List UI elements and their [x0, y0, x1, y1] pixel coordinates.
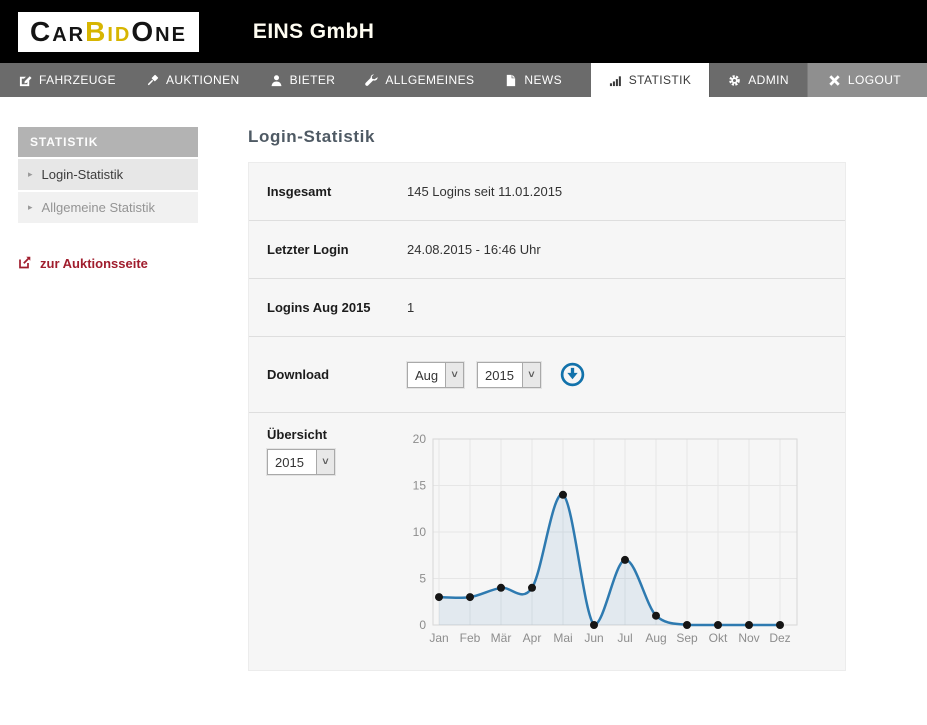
- gear-icon: [728, 74, 741, 87]
- svg-text:Nov: Nov: [738, 631, 759, 645]
- svg-text:Mär: Mär: [491, 631, 512, 645]
- nav-item-news[interactable]: NEWS: [489, 63, 577, 97]
- svg-text:Okt: Okt: [709, 631, 728, 645]
- svg-text:Jul: Jul: [617, 631, 632, 645]
- stat-label: Letzter Login: [267, 242, 349, 257]
- stat-row-logins-monat: Logins Aug 2015 1: [249, 279, 845, 337]
- sidebar-item-label: Login-Statistik: [41, 167, 124, 182]
- svg-text:Jun: Jun: [584, 631, 603, 645]
- nav-item-statistik[interactable]: STATISTIK: [590, 63, 710, 97]
- svg-text:Dez: Dez: [769, 631, 790, 645]
- overview-label: Übersicht: [267, 427, 327, 442]
- overview-controls: Übersicht 2015 ˅: [267, 427, 407, 658]
- stat-value: 145 Logins seit 11.01.2015: [407, 184, 563, 199]
- stat-value: 24.08.2015 - 16:46 Uhr: [407, 242, 541, 257]
- wrench-icon: [365, 73, 378, 87]
- svg-text:20: 20: [413, 432, 427, 446]
- stat-value: 1: [407, 300, 415, 315]
- sidebar-item-allgemeine-statistik[interactable]: ▸ Allgemeine Statistik: [18, 192, 198, 225]
- overview-year-select[interactable]: 2015 ˅: [267, 449, 335, 475]
- carbidone-logo[interactable]: Car Bid One: [18, 11, 199, 52]
- company-name: EINS GmbH: [252, 19, 375, 43]
- logo-text-car: Car: [30, 15, 86, 47]
- external-link-icon: [18, 255, 32, 272]
- nav-item-fahrzeuge[interactable]: FAHRZEUGE: [4, 63, 131, 97]
- auction-site-link[interactable]: zur Auktionsseite: [18, 255, 198, 272]
- nav-item-bieter[interactable]: BIETER: [255, 63, 351, 97]
- person-icon: [270, 74, 283, 87]
- svg-text:Sep: Sep: [676, 631, 698, 645]
- nav-label: ADMIN: [748, 73, 789, 87]
- chevron-down-icon: ˅: [522, 362, 540, 387]
- stat-label: Logins Aug 2015: [267, 300, 371, 315]
- svg-text:Mai: Mai: [553, 631, 572, 645]
- nav-label: FAHRZEUGE: [39, 73, 116, 87]
- nav-item-logout[interactable]: LOGOUT: [806, 63, 927, 97]
- sidebar-item-login-statistik[interactable]: ▸ Login-Statistik: [18, 159, 198, 192]
- main-panel: Login-Statistik Insgesamt 145 Logins sei…: [248, 127, 846, 671]
- page-title: Login-Statistik: [248, 127, 376, 146]
- statistics-card: Insgesamt 145 Logins seit 11.01.2015 Let…: [248, 162, 846, 671]
- nav-item-allgemeines[interactable]: ALLGEMEINES: [350, 63, 489, 97]
- login-chart: 0 5 10 15 20 Jan Feb Mär Apr Mai Jun Jul Aug Sep Okt No…: [407, 431, 853, 658]
- selected-month: Aug: [415, 367, 439, 383]
- svg-text:10: 10: [413, 525, 427, 539]
- main-nav: FAHRZEUGE AUKTIONEN BIETER ALLGEMEINES N…: [0, 63, 927, 97]
- download-label: Download: [267, 367, 330, 382]
- stat-row-insgesamt: Insgesamt 145 Logins seit 11.01.2015: [249, 163, 845, 221]
- sidebar-item-label: Allgemeine Statistik: [41, 200, 155, 215]
- stat-row-letzter-login: Letzter Login 24.08.2015 - 16:46 Uhr: [249, 221, 845, 279]
- content-area: STATISTIK ▸ Login-Statistik ▸ Allgemeine…: [0, 97, 927, 671]
- auction-site-link-label: zur Auktionsseite: [40, 256, 148, 271]
- logo-text-one: One: [131, 15, 187, 47]
- chevron-down-icon: ˅: [445, 362, 463, 387]
- svg-text:Feb: Feb: [460, 631, 481, 645]
- nav-item-auktionen[interactable]: AUKTIONEN: [131, 63, 255, 97]
- download-month-select[interactable]: Aug ˅: [407, 361, 464, 388]
- arrow-right-icon: ▸: [28, 169, 33, 179]
- sidebar-title: STATISTIK: [18, 127, 198, 157]
- stat-label: Insgesamt: [267, 184, 332, 199]
- nav-item-admin[interactable]: ADMIN: [709, 63, 807, 97]
- download-icon: [560, 362, 585, 387]
- svg-text:15: 15: [413, 479, 427, 493]
- gavel-icon: [146, 74, 159, 87]
- svg-text:Apr: Apr: [523, 631, 542, 645]
- svg-text:Jan: Jan: [429, 631, 448, 645]
- svg-text:0: 0: [419, 618, 426, 632]
- arrow-right-icon: ▸: [28, 202, 33, 212]
- nav-label: LOGOUT: [847, 73, 901, 87]
- selected-year: 2015: [275, 455, 304, 470]
- nav-label: AUKTIONEN: [165, 73, 240, 87]
- selected-year: 2015: [485, 367, 514, 383]
- sidebar: STATISTIK ▸ Login-Statistik ▸ Allgemeine…: [18, 127, 198, 671]
- svg-text:Aug: Aug: [645, 631, 666, 645]
- download-button[interactable]: [559, 361, 586, 388]
- bar-chart-icon: [609, 74, 622, 87]
- overview-row: Übersicht 2015 ˅ 0 5 10 15 20 Jan Feb Mär Apr Mai…: [249, 413, 845, 670]
- nav-label: ALLGEMEINES: [385, 73, 475, 87]
- close-icon: [828, 74, 841, 87]
- download-year-select[interactable]: 2015 ˅: [477, 361, 541, 388]
- svg-text:5: 5: [419, 572, 426, 586]
- app-header: Car Bid One EINS GmbH: [0, 0, 927, 63]
- edit-icon: [19, 74, 32, 87]
- document-icon: [504, 74, 517, 87]
- nav-label: NEWS: [524, 73, 563, 87]
- chevron-down-icon: ˅: [316, 450, 334, 474]
- nav-label: BIETER: [289, 73, 336, 87]
- nav-label: STATISTIK: [628, 73, 692, 87]
- download-row: Download Aug ˅ 2015 ˅: [249, 337, 845, 413]
- logo-text-bid: Bid: [85, 15, 132, 47]
